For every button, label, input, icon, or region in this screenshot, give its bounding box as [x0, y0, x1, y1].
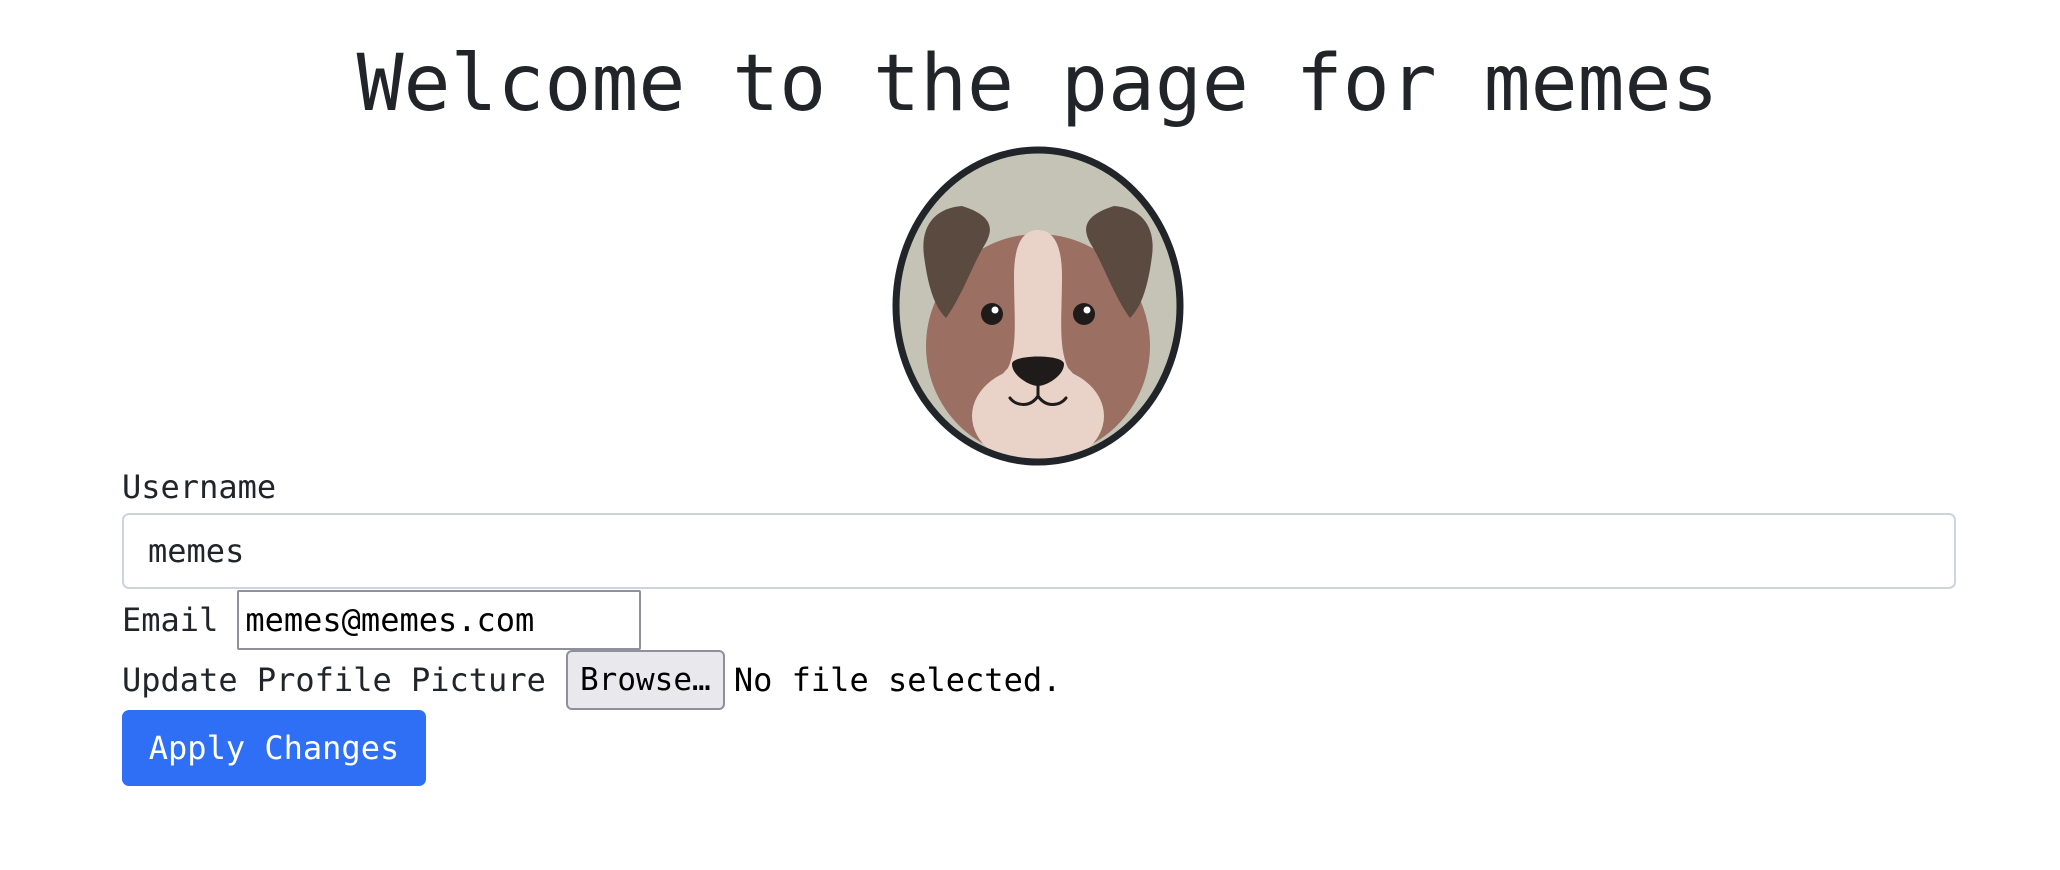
profile-picture-row: Update Profile Picture Browse… No file s…: [122, 650, 1061, 710]
profile-avatar: [890, 146, 1186, 466]
file-status-text: No file selected.: [733, 661, 1062, 699]
username-input[interactable]: [122, 513, 1956, 589]
apply-changes-button[interactable]: Apply Changes: [122, 710, 426, 786]
email-input[interactable]: [237, 590, 642, 650]
page-title: Welcome to the page for memes: [356, 39, 1719, 129]
email-label: Email: [122, 601, 219, 639]
profile-page: Welcome to the page for memes Username m…: [0, 0, 2060, 870]
browse-button[interactable]: Browse…: [565, 650, 725, 710]
profile-picture-label: Update Profile Picture: [122, 661, 546, 699]
email-row: Email: [122, 590, 642, 650]
dog-avatar-icon: [892, 146, 1184, 466]
username-label: Username: [122, 468, 277, 506]
